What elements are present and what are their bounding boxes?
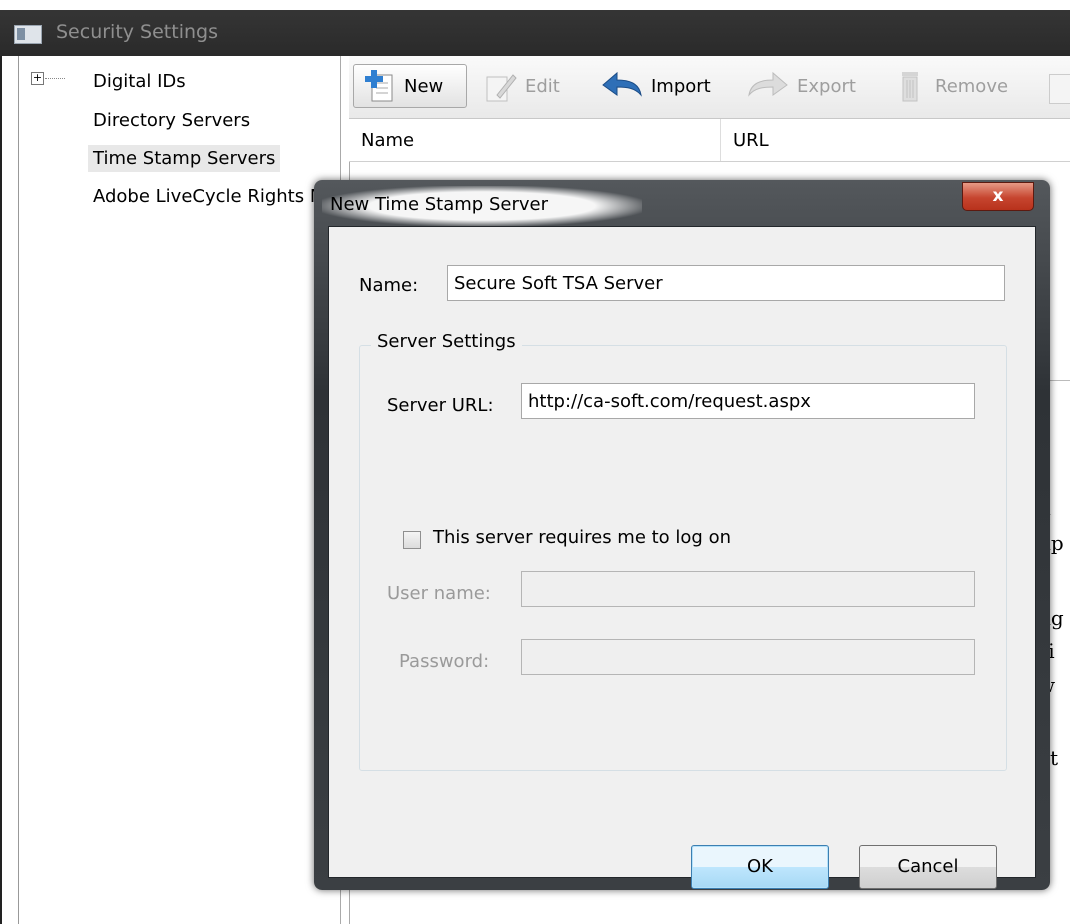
- remove-button[interactable]: Remove: [893, 64, 1008, 108]
- tree-item-time-stamp-servers[interactable]: Time Stamp Servers: [88, 145, 281, 172]
- more-icon[interactable]: [1049, 74, 1070, 104]
- new-label: New: [404, 75, 444, 97]
- toolbar: New Edit Import Export Remove: [349, 56, 1070, 119]
- dialog-title: New Time Stamp Server: [330, 194, 548, 215]
- expand-icon[interactable]: +: [31, 72, 44, 85]
- username-label: User name:: [387, 583, 491, 604]
- name-field[interactable]: Secure Soft TSA Server: [447, 265, 1005, 301]
- ok-button[interactable]: OK: [691, 845, 829, 889]
- server-url-field[interactable]: http://ca-soft.com/request.aspx: [521, 383, 975, 419]
- import-icon: [601, 69, 643, 103]
- new-time-stamp-server-dialog: New Time Stamp Server x Name: Secure Sof…: [314, 180, 1050, 890]
- edit-button[interactable]: Edit: [483, 64, 560, 108]
- server-url-label: Server URL:: [387, 395, 494, 416]
- new-icon: [362, 69, 396, 103]
- dialog-body: Name: Secure Soft TSA Server Server Sett…: [328, 226, 1036, 889]
- server-list-header: Name URL: [349, 119, 1070, 162]
- window-titlebar[interactable]: Security Settings: [0, 10, 1070, 56]
- import-label: Import: [651, 75, 711, 97]
- tree-item-directory-servers[interactable]: Directory Servers: [88, 107, 255, 134]
- username-field[interactable]: [521, 571, 975, 607]
- new-button[interactable]: New: [353, 64, 467, 108]
- column-name[interactable]: Name: [361, 130, 414, 151]
- edit-label: Edit: [525, 75, 560, 97]
- import-button[interactable]: Import: [601, 64, 711, 108]
- server-settings-title: Server Settings: [371, 331, 522, 352]
- close-icon[interactable]: x: [962, 182, 1034, 211]
- login-checkbox-label[interactable]: This server requires me to log on: [433, 527, 731, 548]
- export-label: Export: [797, 75, 856, 97]
- remove-label: Remove: [935, 75, 1009, 97]
- tree-connector: [45, 78, 65, 79]
- password-field[interactable]: [521, 639, 975, 675]
- cancel-button[interactable]: Cancel: [859, 845, 997, 889]
- trash-icon: [893, 69, 927, 103]
- export-icon: [747, 69, 789, 103]
- column-url[interactable]: URL: [733, 130, 769, 151]
- window-title: Security Settings: [56, 21, 218, 43]
- password-label: Password:: [399, 651, 490, 672]
- login-checkbox[interactable]: [403, 531, 421, 549]
- name-label: Name:: [359, 275, 419, 296]
- edit-icon: [483, 69, 517, 103]
- window-icon: [14, 25, 42, 44]
- export-button[interactable]: Export: [747, 64, 856, 108]
- tree-item-digital-ids[interactable]: Digital IDs: [88, 68, 191, 95]
- column-divider[interactable]: [720, 119, 721, 161]
